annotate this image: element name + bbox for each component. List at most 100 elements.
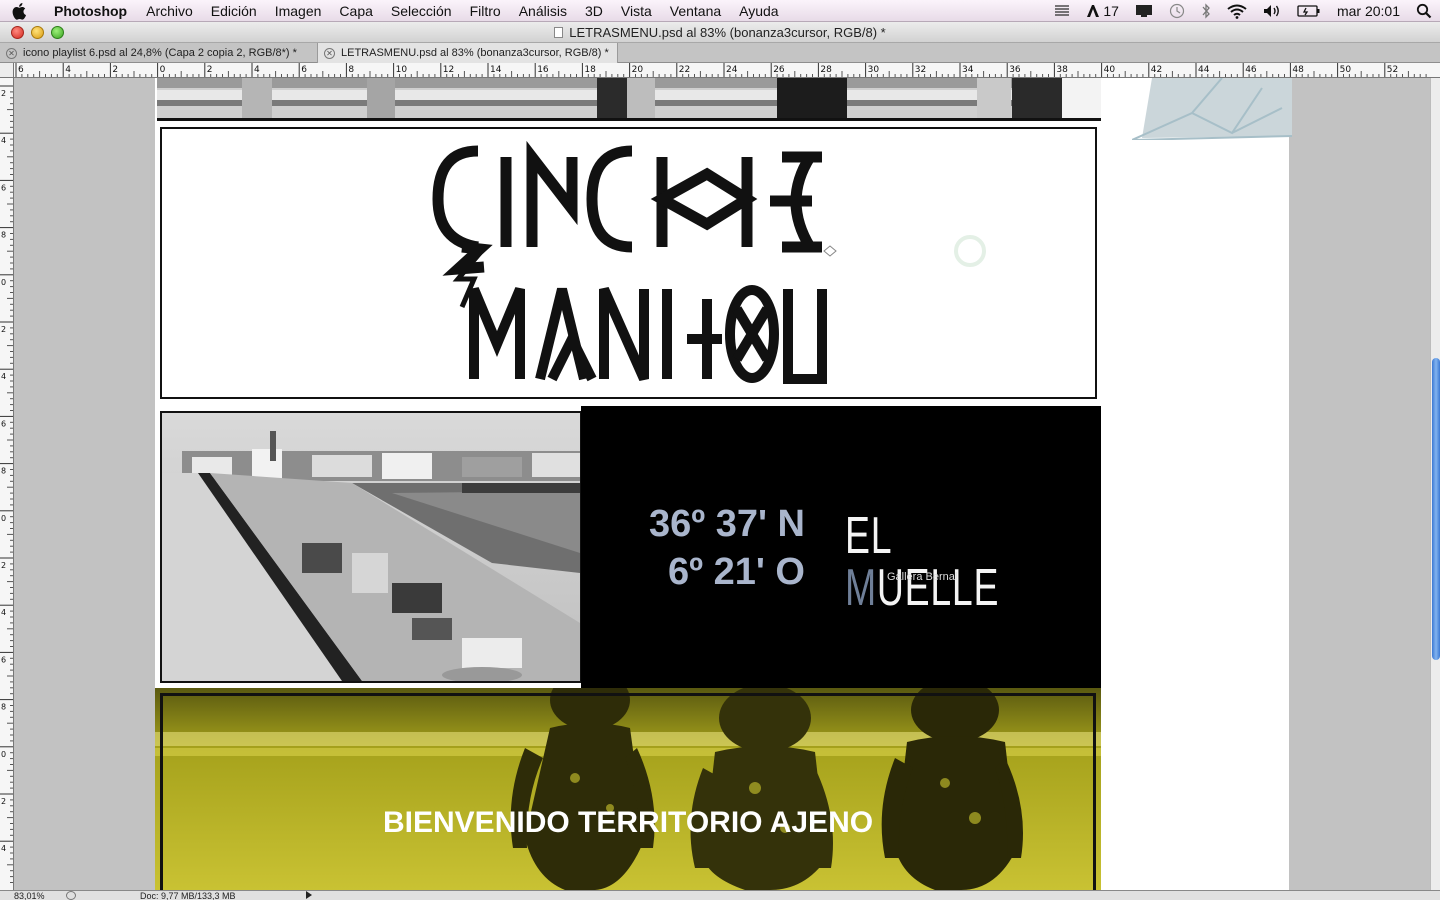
app-menu-photoshop[interactable]: Photoshop [40, 3, 137, 19]
tab-close-icon[interactable]: ✕ [324, 47, 335, 59]
ruler-label: 2 [1, 89, 6, 98]
menu-bar: Photoshop Archivo Edición Imagen Capa Se… [0, 0, 1440, 22]
ruler-label: 4 [1, 136, 6, 145]
ruler-label: 6 [1, 183, 6, 192]
location-info-panel[interactable]: 36º 37' N 6º 21' O EL MUELLE Gallera Ber… [581, 406, 1101, 688]
ruler-label: 0 [1, 750, 6, 759]
ginche-manitou-logo [432, 140, 986, 384]
longitude-text: 6º 21' O [668, 551, 805, 593]
ruler-label: 50 [1340, 65, 1352, 75]
menu-capa[interactable]: Capa [330, 3, 381, 19]
tab-close-icon[interactable]: ✕ [6, 47, 17, 59]
ruler-label: 28 [820, 65, 832, 75]
menu-3d[interactable]: 3D [576, 3, 612, 19]
ruler-label: 34 [962, 65, 974, 75]
menu-filtro[interactable]: Filtro [461, 3, 510, 19]
ruler-label: 0 [1, 514, 6, 523]
ruler-label: 2 [1, 325, 6, 334]
adobe-icon [1087, 5, 1100, 17]
clock[interactable]: mar 20:01 [1329, 3, 1408, 19]
ruler-label: 8 [348, 65, 354, 75]
display-icon[interactable] [1127, 4, 1161, 18]
muelle-el: EL [845, 507, 891, 565]
ruler-label: 46 [1245, 65, 1257, 75]
tab-letrasmenu[interactable]: ✕ LETRASMENU.psd al 83% (bonanza3cursor,… [318, 43, 618, 63]
text-direction-icon[interactable] [1046, 4, 1078, 18]
menu-seleccion[interactable]: Selección [382, 3, 461, 19]
ruler-label: 2 [112, 65, 118, 75]
ruler-label: 18 [584, 65, 596, 75]
wifi-icon[interactable] [1219, 4, 1255, 19]
ruler-label: 8 [1, 467, 6, 476]
document-proxy-icon[interactable] [554, 27, 564, 38]
ruler-origin[interactable] [0, 63, 14, 78]
vertical-ruler[interactable]: 2 4 6 8 0 2 4 6 8 0 2 4 6 8 0 2 4 [0, 78, 14, 890]
top-photo-layer[interactable] [157, 78, 1101, 121]
menu-archivo[interactable]: Archivo [137, 3, 202, 19]
ruler-label: 6 [18, 65, 24, 75]
ruler-label: 36 [1009, 65, 1021, 75]
ruler-label: 6 [301, 65, 307, 75]
coordinates: 36º 37' N 6º 21' O [645, 500, 805, 596]
ruler-label: 0 [1, 278, 6, 287]
ruler-label: 42 [1151, 65, 1162, 75]
scrollbar-thumb[interactable] [1432, 358, 1440, 660]
ginche-manitou-logo-panel[interactable] [160, 127, 1097, 399]
ruler-label: 12 [443, 65, 454, 75]
battery-icon[interactable] [1289, 4, 1329, 18]
vertical-scrollbar[interactable] [1430, 78, 1440, 890]
bluetooth-icon[interactable] [1193, 3, 1219, 19]
adobe-updater-menu[interactable]: 17 [1078, 3, 1127, 19]
el-muelle-logo: EL MUELLE [845, 510, 1029, 614]
menu-analisis[interactable]: Análisis [510, 3, 576, 19]
ruler-label: 22 [679, 65, 690, 75]
ruler-label: 44 [1198, 65, 1210, 75]
canvas-area[interactable]: 36º 37' N 6º 21' O EL MUELLE Gallera Ber… [14, 78, 1430, 890]
ruler-label: 4 [254, 65, 260, 75]
document-size-info[interactable]: Doc: 9,77 MB/133,3 MB [140, 891, 236, 900]
decorative-triangle-shape[interactable] [1132, 78, 1292, 140]
ruler-label: 40 [1104, 65, 1116, 75]
muelle-m: M [845, 559, 877, 617]
ruler-label: 16 [537, 65, 549, 75]
ruler-label: 20 [632, 65, 644, 75]
ruler-label: 8 [1, 703, 6, 712]
apple-icon[interactable] [0, 0, 40, 22]
ruler-label: 6 [1, 655, 6, 664]
ruler-label: 32 [915, 65, 926, 75]
menu-edicion[interactable]: Edición [202, 3, 266, 19]
adobe-count: 17 [1103, 3, 1119, 19]
zoom-level[interactable]: 83,01% [14, 891, 45, 900]
ruler-label: 26 [773, 65, 785, 75]
menu-imagen[interactable]: Imagen [266, 3, 331, 19]
harbor-photo[interactable] [160, 411, 582, 683]
document-title-bar: LETRASMENU.psd al 83% (bonanza3cursor, R… [0, 22, 1440, 43]
navigator-icon[interactable] [66, 891, 76, 900]
ruler-label: 2 [207, 65, 213, 75]
ruler-label: 30 [868, 65, 880, 75]
ruler-ticks: 2 4 6 8 0 2 4 6 8 0 2 4 6 8 0 2 4 [0, 85, 13, 883]
ruler-label: 24 [726, 65, 738, 75]
volume-icon[interactable] [1255, 4, 1289, 18]
status-menu-arrow-icon[interactable] [306, 891, 312, 899]
welcome-banner-panel[interactable]: BIENVENIDO TERRITORIO AJENO [155, 688, 1101, 890]
menu-ayuda[interactable]: Ayuda [730, 3, 787, 19]
window-title: LETRASMENU.psd al 83% (bonanza3cursor, R… [0, 25, 1440, 40]
document-tab-bar: ✕ icono playlist 6.psd al 24,8% (Capa 2 … [0, 43, 1440, 63]
horizontal-ruler[interactable]: 6 4 2 0 2 4 6 8 10 12 14 16 18 20 22 24 26 28 30 32 34 36 38 40… [14, 63, 1440, 78]
ruler-label: 38 [1056, 65, 1068, 75]
ruler-label: 6 [1, 419, 6, 428]
tab-icono-playlist[interactable]: ✕ icono playlist 6.psd al 24,8% (Capa 2 … [0, 43, 318, 63]
ruler-label: 0 [160, 65, 166, 75]
time-machine-icon[interactable] [1161, 3, 1193, 19]
latitude-text: 36º 37' N [648, 503, 805, 545]
window-title-text: LETRASMENU.psd al 83% (bonanza3cursor, R… [569, 25, 886, 40]
ruler-label: 10 [396, 65, 408, 75]
menu-vista[interactable]: Vista [612, 3, 661, 19]
ruler-ticks: 6 4 2 0 2 4 6 8 10 12 14 16 18 20 22 24 26 28 30 32 34 36 38 40… [15, 63, 1427, 77]
menu-ventana[interactable]: Ventana [661, 3, 730, 19]
ruler-label: 8 [1, 231, 6, 240]
ruler-label: 4 [1, 844, 6, 853]
spotlight-search-icon[interactable] [1408, 3, 1440, 19]
ruler-label: 4 [1, 608, 6, 617]
